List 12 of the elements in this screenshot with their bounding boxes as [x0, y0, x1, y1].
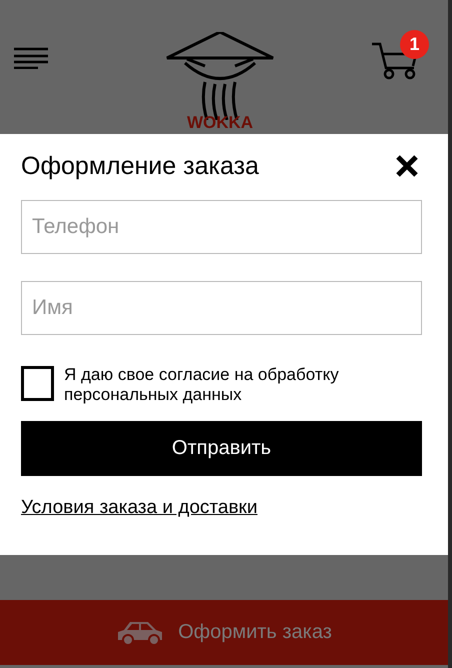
terms-link[interactable]: Условия заказа и доставки	[21, 497, 258, 519]
consent-checkbox[interactable]	[21, 366, 54, 401]
car-icon	[116, 620, 164, 646]
cart-count-badge: 1	[400, 30, 429, 59]
dialog-title: Оформление заказа	[21, 152, 259, 180]
logo-text: WOKKA	[186, 114, 254, 131]
consent-label: Я даю свое согласие на обработку персональных данных	[64, 365, 340, 405]
submit-button[interactable]: Отправить	[21, 421, 422, 476]
input-field[interactable]: Имя	[21, 281, 422, 335]
menu-icon[interactable]	[14, 47, 48, 69]
close-icon[interactable]	[396, 155, 418, 177]
input-field[interactable]: Телефон	[21, 200, 422, 254]
